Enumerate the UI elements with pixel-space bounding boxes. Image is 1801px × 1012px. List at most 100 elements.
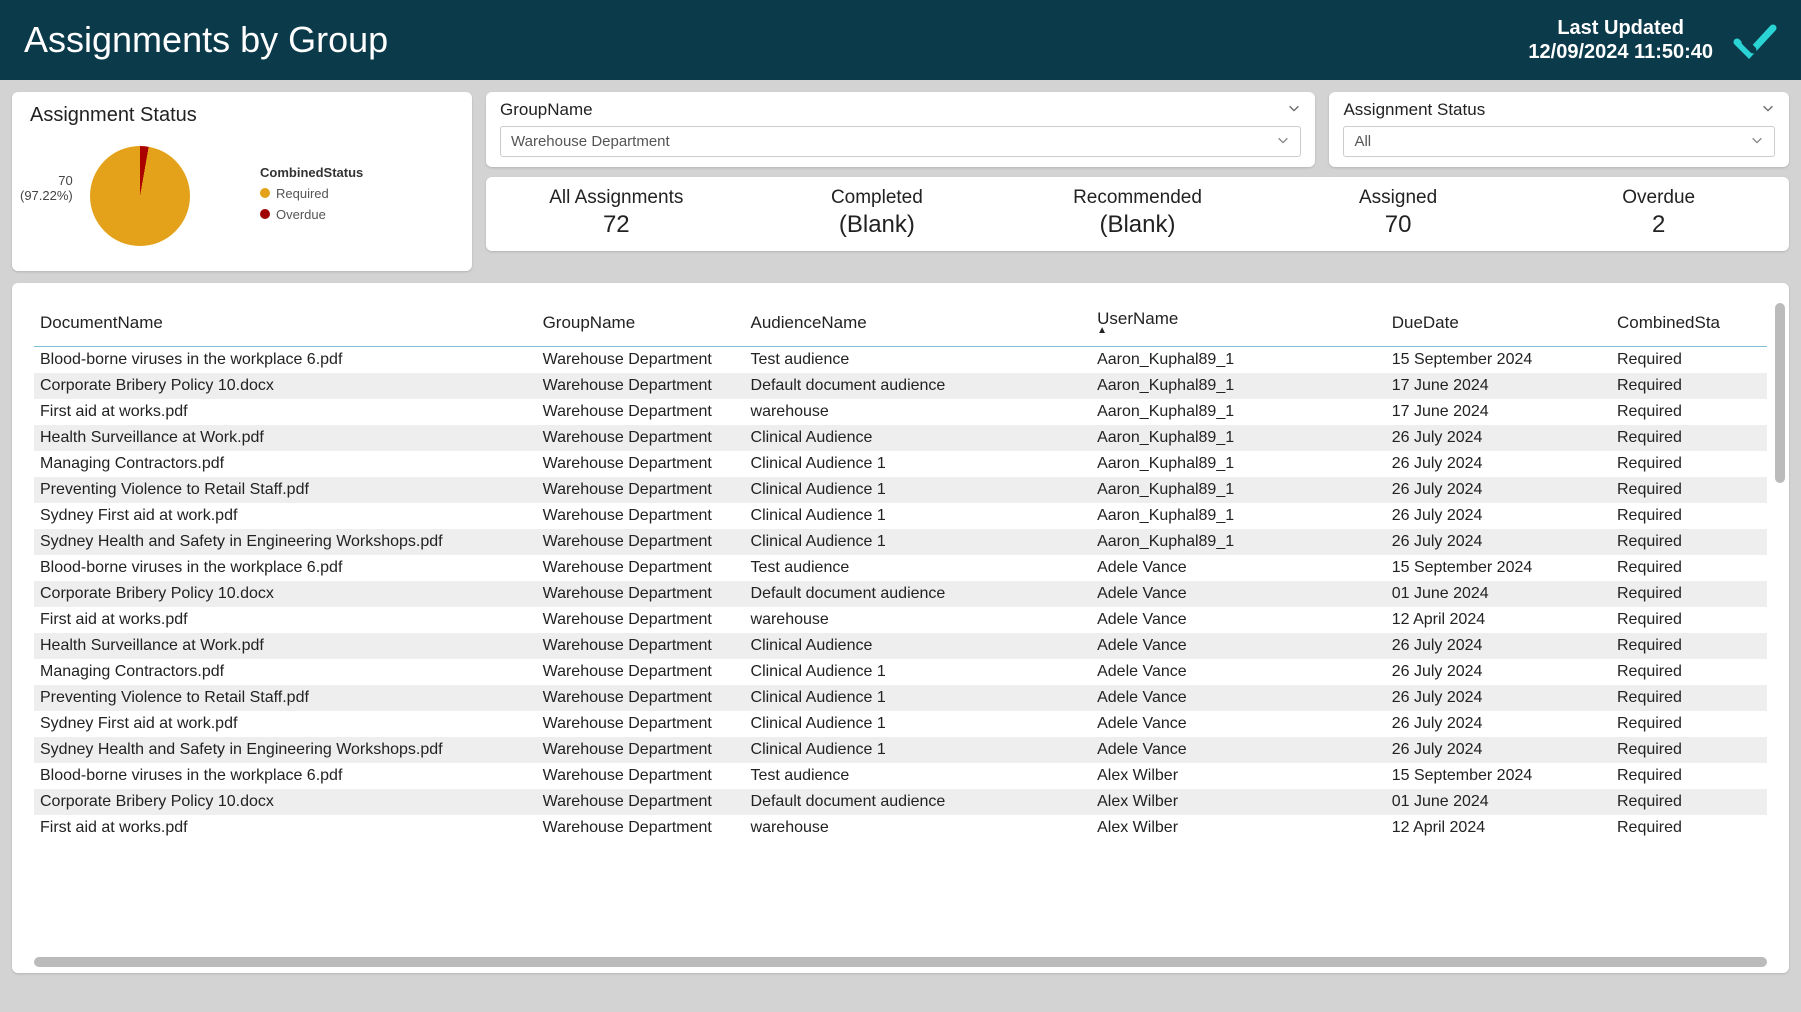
table-row[interactable]: Blood-borne viruses in the workplace 6.p… [34, 763, 1767, 789]
table-cell: 26 July 2024 [1386, 425, 1611, 451]
table-cell: Alex Wilber [1091, 763, 1386, 789]
app-header: Assignments by Group Last Updated 12/09/… [0, 0, 1801, 80]
legend-item[interactable]: Overdue [260, 207, 363, 222]
status-card-body: 70 (97.22%) CombinedStatus RequiredOverd… [30, 131, 454, 261]
table-row[interactable]: Health Surveillance at Work.pdfWarehouse… [34, 633, 1767, 659]
table-cell: 26 July 2024 [1386, 477, 1611, 503]
filter-groupname-label: GroupName [500, 100, 1301, 120]
table-cell: Required [1611, 477, 1767, 503]
metric-tile[interactable]: Overdue2 [1528, 177, 1789, 251]
table-cell: Sydney First aid at work.pdf [34, 503, 537, 529]
table-cell: Aaron_Kuphal89_1 [1091, 425, 1386, 451]
groupname-select[interactable]: Warehouse Department [500, 126, 1301, 157]
table-cell: Required [1611, 555, 1767, 581]
metric-label: Overdue [1532, 187, 1785, 209]
table-row[interactable]: Sydney First aid at work.pdfWarehouse De… [34, 711, 1767, 737]
table-cell: 12 April 2024 [1386, 815, 1611, 841]
table-cell: Clinical Audience 1 [745, 503, 1092, 529]
table-cell: Required [1611, 503, 1767, 529]
metric-tile[interactable]: All Assignments72 [486, 177, 747, 251]
column-header[interactable]: CombinedSta [1611, 301, 1767, 347]
legend-dot-icon [260, 188, 270, 198]
table-cell: Aaron_Kuphal89_1 [1091, 347, 1386, 374]
table-row[interactable]: Sydney Health and Safety in Engineering … [34, 737, 1767, 763]
table-cell: Clinical Audience [745, 633, 1092, 659]
table-cell: 26 July 2024 [1386, 737, 1611, 763]
metric-value: (Blank) [751, 211, 1004, 239]
metric-value: 72 [490, 211, 743, 239]
table-cell: 26 July 2024 [1386, 711, 1611, 737]
table-row[interactable]: Preventing Violence to Retail Staff.pdfW… [34, 685, 1767, 711]
table-cell: Required [1611, 659, 1767, 685]
table-cell: Managing Contractors.pdf [34, 451, 537, 477]
table-cell: Adele Vance [1091, 581, 1386, 607]
table-cell: warehouse [745, 815, 1092, 841]
table-cell: Warehouse Department [537, 685, 745, 711]
table-cell: Required [1611, 607, 1767, 633]
table-row[interactable]: Corporate Bribery Policy 10.docxWarehous… [34, 789, 1767, 815]
table-row[interactable]: Sydney Health and Safety in Engineering … [34, 529, 1767, 555]
table-cell: Adele Vance [1091, 555, 1386, 581]
pie-chart[interactable] [90, 146, 190, 246]
table-row[interactable]: Corporate Bribery Policy 10.docxWarehous… [34, 373, 1767, 399]
pie-callout-value: 70 [20, 173, 73, 188]
last-updated-value: 12/09/2024 11:50:40 [1528, 40, 1713, 64]
filter-groupname: GroupName Warehouse Department [486, 92, 1315, 167]
table-cell: Warehouse Department [537, 789, 745, 815]
table-cell: Aaron_Kuphal89_1 [1091, 373, 1386, 399]
chevron-down-icon[interactable] [1287, 100, 1301, 120]
assignments-table: DocumentNameGroupNameAudienceNameUserNam… [34, 301, 1767, 841]
table-cell: Blood-borne viruses in the workplace 6.p… [34, 555, 537, 581]
table-cell: Test audience [745, 763, 1092, 789]
vertical-scrollbar[interactable] [1775, 303, 1785, 483]
table-cell: 01 June 2024 [1386, 581, 1611, 607]
table-cell: Warehouse Department [537, 477, 745, 503]
table-cell: Warehouse Department [537, 555, 745, 581]
chevron-down-icon[interactable] [1761, 100, 1775, 120]
table-cell: Preventing Violence to Retail Staff.pdf [34, 685, 537, 711]
table-cell: First aid at works.pdf [34, 607, 537, 633]
table-row[interactable]: Sydney First aid at work.pdfWarehouse De… [34, 503, 1767, 529]
table-cell: Required [1611, 685, 1767, 711]
table-cell: Required [1611, 763, 1767, 789]
table-row[interactable]: First aid at works.pdfWarehouse Departme… [34, 815, 1767, 841]
column-header[interactable]: DueDate [1386, 301, 1611, 347]
metric-value: (Blank) [1011, 211, 1264, 239]
metric-value: 2 [1532, 211, 1785, 239]
table-cell: Aaron_Kuphal89_1 [1091, 399, 1386, 425]
legend-item[interactable]: Required [260, 186, 363, 201]
metric-tile[interactable]: Completed(Blank) [747, 177, 1008, 251]
table-row[interactable]: Blood-borne viruses in the workplace 6.p… [34, 347, 1767, 374]
column-header[interactable]: DocumentName [34, 301, 537, 347]
horizontal-scrollbar[interactable] [34, 957, 1767, 967]
column-header[interactable]: AudienceName [745, 301, 1092, 347]
table-cell: Warehouse Department [537, 763, 745, 789]
column-header[interactable]: UserName▲ [1091, 301, 1386, 347]
table-cell: Adele Vance [1091, 607, 1386, 633]
metric-tile[interactable]: Assigned70 [1268, 177, 1529, 251]
table-row[interactable]: First aid at works.pdfWarehouse Departme… [34, 399, 1767, 425]
metric-label: All Assignments [490, 187, 743, 209]
table-cell: 15 September 2024 [1386, 347, 1611, 374]
table-cell: warehouse [745, 607, 1092, 633]
table-row[interactable]: Health Surveillance at Work.pdfWarehouse… [34, 425, 1767, 451]
table-cell: 26 July 2024 [1386, 503, 1611, 529]
table-row[interactable]: Blood-borne viruses in the workplace 6.p… [34, 555, 1767, 581]
table-cell: Required [1611, 529, 1767, 555]
metric-tile[interactable]: Recommended(Blank) [1007, 177, 1268, 251]
table-cell: 26 July 2024 [1386, 685, 1611, 711]
table-cell: Warehouse Department [537, 633, 745, 659]
filter-status: Assignment Status All [1329, 92, 1789, 167]
status-select[interactable]: All [1343, 126, 1775, 157]
column-header[interactable]: GroupName [537, 301, 745, 347]
table-row[interactable]: Preventing Violence to Retail Staff.pdfW… [34, 477, 1767, 503]
table-cell: 15 September 2024 [1386, 555, 1611, 581]
table-row[interactable]: Managing Contractors.pdfWarehouse Depart… [34, 451, 1767, 477]
table-row[interactable]: First aid at works.pdfWarehouse Departme… [34, 607, 1767, 633]
table-row[interactable]: Managing Contractors.pdfWarehouse Depart… [34, 659, 1767, 685]
table-row[interactable]: Corporate Bribery Policy 10.docxWarehous… [34, 581, 1767, 607]
table-cell: Adele Vance [1091, 633, 1386, 659]
table-cell: 26 July 2024 [1386, 659, 1611, 685]
table-cell: Warehouse Department [537, 347, 745, 374]
table-cell: Required [1611, 815, 1767, 841]
